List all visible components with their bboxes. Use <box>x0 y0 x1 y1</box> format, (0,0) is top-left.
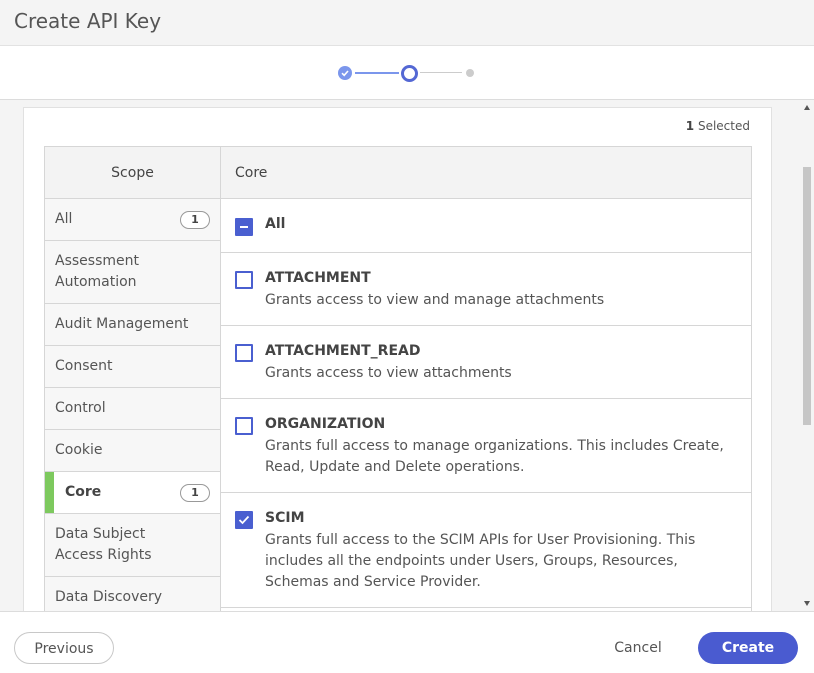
permission-description: Grants full access to the SCIM APIs for … <box>265 532 696 590</box>
scope-list: Scope All 1 Assessment Automation Audit … <box>45 147 221 611</box>
permission-name: SCIM <box>265 510 305 526</box>
dialog-footer: Previous Cancel Create <box>0 611 814 673</box>
selected-count-label: Selected <box>697 119 750 133</box>
stepper-line-complete <box>355 72 399 74</box>
step-3-pending <box>466 69 474 77</box>
stepper-line-pending <box>420 72 462 73</box>
permission-row-all[interactable]: All <box>221 199 751 253</box>
scope-item-audit-management[interactable]: Audit Management <box>45 304 220 346</box>
permission-row-attachment-read[interactable]: ATTACHMENT_READ Grants access to view at… <box>221 326 751 399</box>
permission-name: ATTACHMENT_READ <box>265 343 421 359</box>
step-2-current <box>401 65 418 82</box>
scope-item-consent[interactable]: Consent <box>45 346 220 388</box>
scope-item-label: Data Subject Access Rights <box>55 526 152 563</box>
permission-checkbox[interactable] <box>235 417 253 435</box>
scope-item-label: All <box>55 211 73 227</box>
scope-item-assessment-automation[interactable]: Assessment Automation <box>45 241 220 304</box>
permission-description: Grants full access to manage organizatio… <box>265 438 724 475</box>
scope-item-data-subject-access-rights[interactable]: Data Subject Access Rights <box>45 514 220 577</box>
permission-row-attachment[interactable]: ATTACHMENT Grants access to view and man… <box>221 253 751 326</box>
scope-card: 1 Selected Scope All 1 Assessment Automa… <box>23 107 772 611</box>
permission-row-organization[interactable]: ORGANIZATION Grants full access to manag… <box>221 399 751 493</box>
scope-item-label: Assessment Automation <box>55 253 139 290</box>
scope-item-data-discovery[interactable]: Data Discovery <box>45 577 220 611</box>
scope-item-label: Consent <box>55 358 113 374</box>
permission-row-scim[interactable]: SCIM Grants full access to the SCIM APIs… <box>221 493 751 608</box>
scope-item-label: Data Discovery <box>55 589 163 605</box>
select-all-checkbox-indeterminate[interactable] <box>235 218 253 236</box>
scope-item-label: Audit Management <box>55 316 189 332</box>
select-all-label: All <box>265 216 286 232</box>
permission-description: Grants access to view attachments <box>265 365 512 381</box>
permission-description: Grants access to view and manage attachm… <box>265 292 605 308</box>
scope-item-cookie[interactable]: Cookie <box>45 430 220 472</box>
content-area: 1 Selected Scope All 1 Assessment Automa… <box>0 100 814 611</box>
previous-button[interactable]: Previous <box>14 632 114 664</box>
permission-name: ORGANIZATION <box>265 416 386 432</box>
scope-item-label: Core <box>65 484 102 500</box>
dialog-title: Create API Key <box>14 9 162 33</box>
scope-table: Scope All 1 Assessment Automation Audit … <box>44 146 752 611</box>
scroll-down-arrow-icon[interactable] <box>804 601 810 606</box>
step-1-complete-icon <box>338 66 352 80</box>
permission-checkbox-checked[interactable] <box>235 511 253 529</box>
permission-checkbox[interactable] <box>235 271 253 289</box>
selected-count-number: 1 <box>685 119 695 133</box>
scroll-up-arrow-icon[interactable] <box>804 105 810 110</box>
create-button[interactable]: Create <box>698 632 798 664</box>
scope-item-control[interactable]: Control <box>45 388 220 430</box>
permission-list: Core All ATTACHMENT Grants access to vie… <box>221 147 751 611</box>
scope-item-label: Control <box>55 400 106 416</box>
scope-item-label: Cookie <box>55 442 103 458</box>
scope-item-all[interactable]: All 1 <box>45 199 220 241</box>
scrollbar[interactable] <box>800 100 814 611</box>
dialog-header: Create API Key <box>0 0 814 46</box>
scope-count-badge: 1 <box>180 210 210 229</box>
permission-header: Core <box>221 147 751 199</box>
scope-header: Scope <box>45 147 220 199</box>
scope-count-badge: 1 <box>180 483 210 502</box>
scrollbar-thumb[interactable] <box>803 167 811 425</box>
selected-count: 1 Selected <box>686 119 750 133</box>
permission-name: ATTACHMENT <box>265 270 371 286</box>
scope-item-core[interactable]: Core 1 <box>45 472 220 514</box>
permission-checkbox[interactable] <box>235 344 253 362</box>
cancel-button[interactable]: Cancel <box>600 632 676 664</box>
